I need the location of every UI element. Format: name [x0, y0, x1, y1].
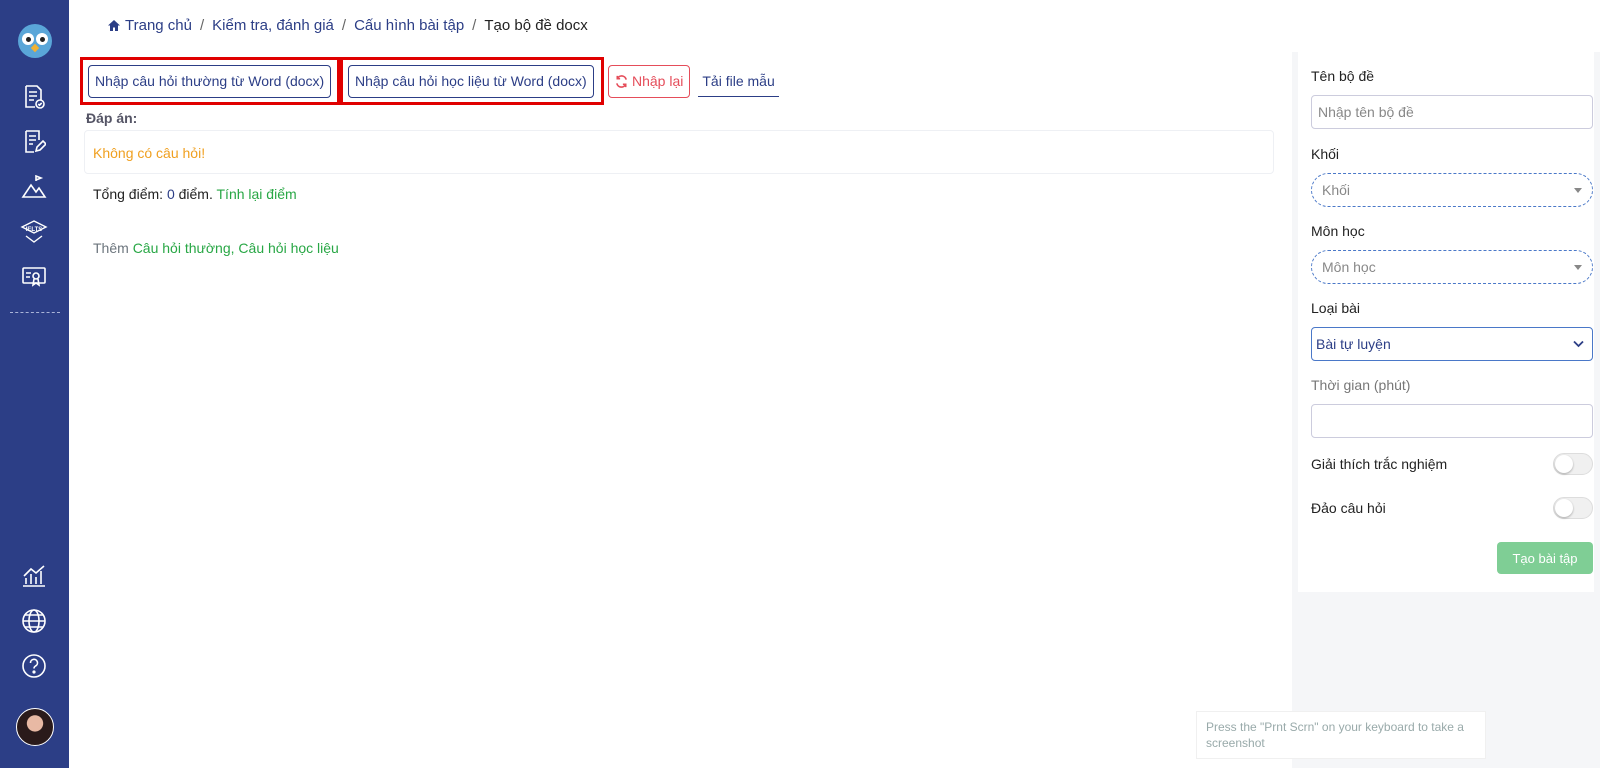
total-score: Tổng điểm: 0 điểm. Tính lại điểm — [93, 186, 297, 202]
breadcrumb-assessment[interactable]: Kiểm tra, đánh giá — [212, 17, 334, 34]
subject-select[interactable]: Môn học — [1311, 250, 1593, 284]
recalculate-score-link[interactable]: Tính lại điểm — [217, 186, 297, 202]
ielts-icon[interactable]: IELTS — [20, 218, 48, 246]
time-input[interactable] — [1311, 404, 1593, 438]
edit-document-icon[interactable] — [20, 128, 48, 156]
breadcrumb-exercise-config[interactable]: Cấu hình bài tập — [354, 17, 464, 34]
sidebar: IELTS — [0, 0, 69, 768]
user-avatar[interactable] — [16, 708, 54, 746]
help-icon[interactable] — [20, 652, 48, 680]
subject-label: Môn học — [1311, 223, 1365, 239]
settings-panel: Tên bộ đề Nhập tên bộ đề Khối Khối Môn h… — [1292, 52, 1600, 768]
screenshot-hint: Press the "Prnt Scrn" on your keyboard t… — [1196, 711, 1486, 759]
highlight-box-normal: Nhập câu hỏi thường từ Word (docx) — [80, 57, 340, 105]
explain-toggle[interactable] — [1553, 453, 1593, 475]
set-name-label: Tên bộ đề — [1311, 68, 1375, 84]
svg-text:IELTS: IELTS — [26, 227, 43, 233]
explain-row: Giải thích trắc nghiệm — [1311, 452, 1593, 476]
certificate-icon[interactable] — [20, 263, 48, 291]
caret-down-icon — [1574, 265, 1582, 270]
create-exercise-button[interactable]: Tạo bài tập — [1497, 542, 1593, 574]
globe-icon[interactable] — [20, 607, 48, 635]
grade-label: Khối — [1311, 146, 1340, 162]
import-normal-docx-button[interactable]: Nhập câu hỏi thường từ Word (docx) — [88, 64, 332, 98]
total-score-value: 0 — [166, 186, 175, 202]
type-select[interactable]: Bài tự luyện — [1311, 327, 1593, 361]
refresh-icon — [616, 74, 627, 88]
breadcrumb-home[interactable]: Trang chủ — [107, 17, 192, 34]
type-label: Loại bài — [1311, 300, 1361, 316]
time-label: Thời gian (phút) — [1311, 377, 1411, 393]
owl-logo-icon[interactable] — [18, 24, 52, 58]
add-material-question-link[interactable]: Câu hỏi học liệu — [238, 240, 338, 256]
mountain-chart-icon[interactable] — [20, 173, 48, 201]
add-normal-question-link[interactable]: Câu hỏi thường — [133, 240, 231, 256]
statistics-icon[interactable] — [20, 562, 48, 590]
reset-button[interactable]: Nhập lại — [608, 64, 691, 98]
breadcrumb: Trang chủ / Kiểm tra, đánh giá / Cấu hìn… — [107, 15, 588, 35]
add-question-line: Thêm Câu hỏi thường, Câu hỏi học liệu — [93, 240, 339, 256]
exam-check-icon[interactable] — [20, 83, 48, 111]
chevron-down-icon — [1573, 337, 1584, 351]
import-material-docx-button[interactable]: Nhập câu hỏi học liệu từ Word (docx) — [348, 64, 594, 98]
highlight-box-material: Nhập câu hỏi học liệu từ Word (docx) — [340, 57, 604, 105]
answers-label: Đáp án: — [86, 110, 138, 126]
breadcrumb-current: Tạo bộ đề docx — [484, 16, 588, 34]
home-icon — [108, 19, 120, 31]
shuffle-row: Đảo câu hỏi — [1311, 496, 1593, 520]
settings-form: Tên bộ đề Nhập tên bộ đề Khối Khối Môn h… — [1298, 52, 1594, 592]
import-toolbar: Nhập câu hỏi thường từ Word (docx) Nhập … — [80, 57, 779, 105]
shuffle-toggle[interactable] — [1553, 497, 1593, 519]
grade-select[interactable]: Khối — [1311, 173, 1593, 207]
empty-questions-message: Không có câu hỏi! — [84, 130, 1274, 174]
download-template-link[interactable]: Tải file mẫu — [698, 65, 779, 97]
caret-down-icon — [1574, 188, 1582, 193]
sidebar-divider — [10, 312, 60, 313]
set-name-input[interactable]: Nhập tên bộ đề — [1311, 95, 1593, 129]
